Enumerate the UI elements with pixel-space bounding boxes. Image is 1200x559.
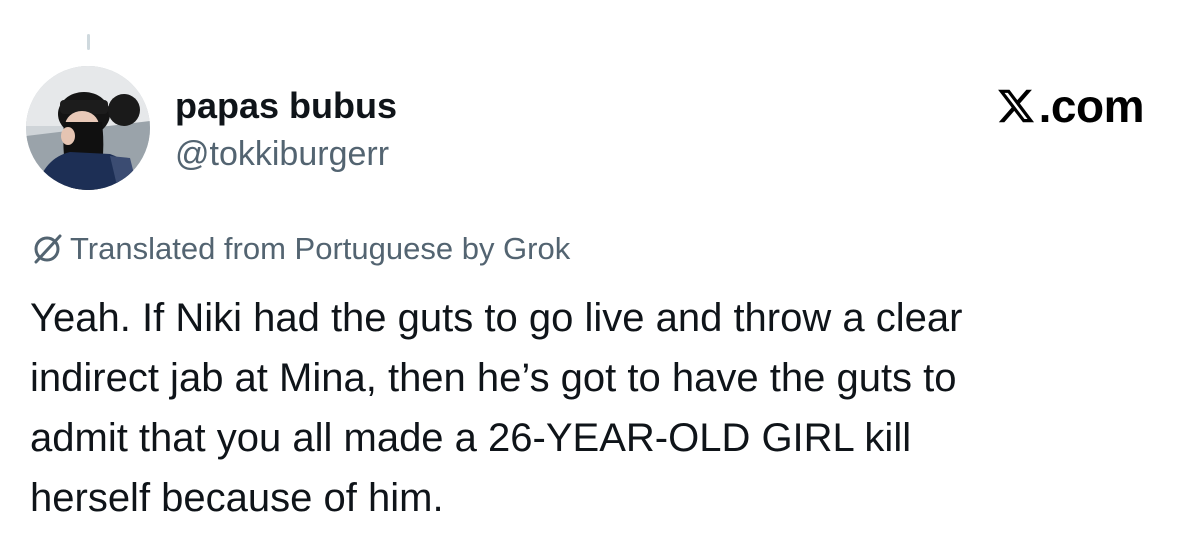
brand-logo: .com <box>995 80 1145 132</box>
translation-label: Translated from Portuguese by Grok <box>70 231 571 266</box>
tweet-text-line: admit that you all made a 26-YEAR-OLD GI… <box>30 416 912 460</box>
author-display-name[interactable]: papas bubus <box>175 84 397 128</box>
translate-icon <box>34 234 62 264</box>
thread-connector-line <box>87 34 90 50</box>
x-logo-icon <box>997 89 1034 123</box>
author-handle[interactable]: @tokkiburgerr <box>175 133 389 175</box>
tweet-text: Yeah. If Niki had the guts to go live an… <box>30 288 1170 528</box>
tweet-text-line: herself because of him. <box>30 476 444 520</box>
brand-domain-text: .com <box>1038 80 1145 132</box>
tweet-text-line: Yeah. If Niki had the guts to go live an… <box>30 296 963 340</box>
avatar-image <box>26 66 150 190</box>
avatar[interactable] <box>26 66 150 190</box>
tweet-text-line: indirect jab at Mina, then he’s got to h… <box>30 356 957 400</box>
translation-notice[interactable]: Translated from Portuguese by Grok <box>30 228 570 270</box>
